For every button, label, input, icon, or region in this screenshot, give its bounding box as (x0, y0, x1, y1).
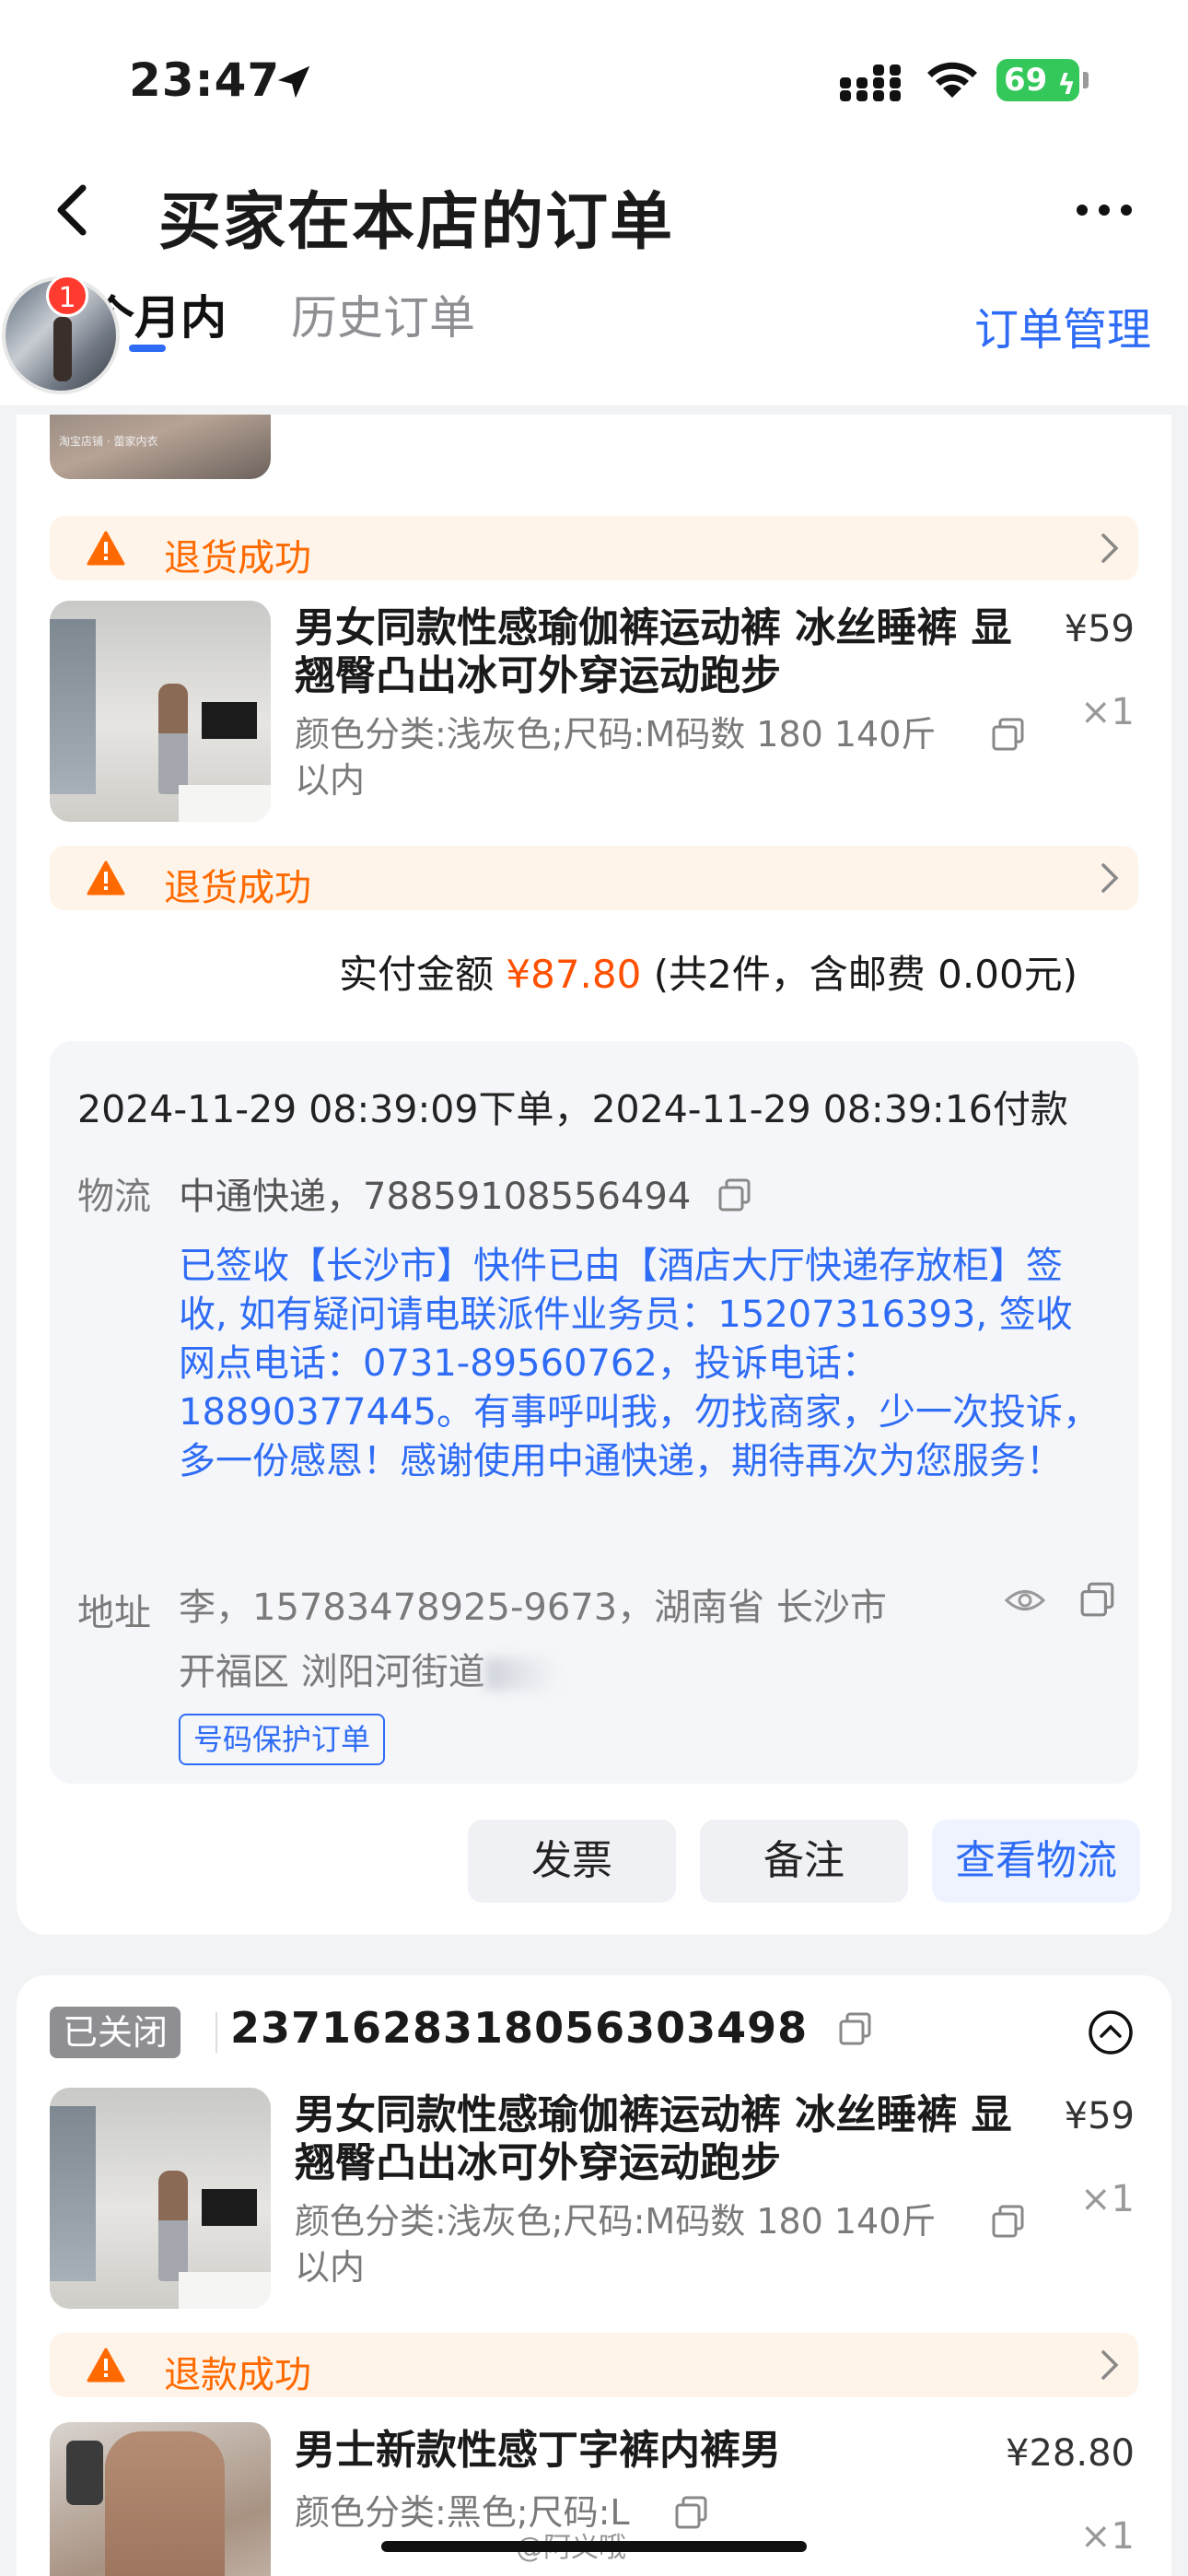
paid-note: (共2件，含邮费 0.00元) (653, 952, 1078, 997)
paid-label: 实付金额 (339, 952, 495, 997)
product-price: ¥59 (1064, 608, 1135, 650)
view-logistics-button[interactable]: 查看物流 (932, 1820, 1140, 1903)
warning-icon (87, 2348, 125, 2383)
copy-address-icon[interactable] (1079, 1581, 1116, 1618)
chevron-right-icon (1101, 2350, 1119, 2380)
address-redaction (484, 1657, 559, 1691)
avatar-figure (53, 317, 72, 381)
more-options-icon[interactable] (1074, 201, 1135, 219)
battery-cap (1083, 72, 1089, 88)
home-indicator[interactable] (381, 2541, 807, 2552)
warning-icon (87, 531, 125, 566)
refund-status-label: 退款成功 (164, 2354, 311, 2396)
eye-icon[interactable] (1004, 1585, 1046, 1616)
cellular-signal-icon (840, 64, 901, 101)
address-text: 李，15783478925-9673，湖南省 长沙市 开福区 浏阳河街道 (179, 1575, 952, 1704)
product-thumbnail[interactable] (50, 2422, 271, 2576)
product-thumbnail[interactable] (50, 601, 271, 822)
return-status-bar[interactable]: 退货成功 (50, 846, 1138, 910)
order-time: 2024-11-29 08:39:09下单，2024-11-29 08:39:1… (77, 1087, 1068, 1131)
copy-order-number-icon[interactable] (838, 2011, 873, 2046)
paid-amount: ¥87.80 (506, 952, 642, 997)
return-status-label: 退货成功 (164, 867, 311, 909)
address-line-2: 开福区 浏阳河街道 (179, 1640, 952, 1704)
collapse-chevron-up-icon[interactable] (1087, 2008, 1135, 2056)
page-title: 买家在本店的订单 (158, 186, 675, 259)
product-quantity: ×1 (1080, 2178, 1135, 2220)
tab-active-indicator (129, 345, 166, 352)
back-chevron-icon[interactable] (53, 184, 90, 236)
product-quantity: ×1 (1080, 2515, 1135, 2558)
copy-icon[interactable] (674, 2495, 709, 2530)
chevron-right-icon (1101, 533, 1119, 563)
product-title[interactable]: 男女同款性感瑜伽裤运动裤 冰丝睡裤 显翘臀凸出冰可外穿运动跑步 (295, 604, 1031, 700)
product-sku: 颜色分类:浅灰色;尺码:M码数 180 140斤以内 (295, 714, 937, 801)
return-status-label: 退货成功 (164, 537, 311, 580)
return-status-bar[interactable]: 退货成功 (50, 516, 1138, 580)
thumbnail-caption: 淘宝店铺 · 蕾家内衣 (59, 435, 158, 448)
copy-tracking-icon[interactable] (717, 1177, 752, 1212)
remark-button[interactable]: 备注 (700, 1820, 908, 1903)
chevron-right-icon (1101, 863, 1119, 893)
address-label: 地址 (77, 1592, 151, 1634)
order-management-link[interactable]: 订单管理 (974, 293, 1151, 357)
refund-status-bar[interactable]: 退款成功 (50, 2333, 1138, 2397)
product-thumbnail-partial[interactable]: 淘宝店铺 · 蕾家内衣 (50, 415, 271, 479)
status-time: 23:47 (129, 53, 281, 107)
battery-indicator: 69 ϟ (996, 59, 1089, 101)
address-line-2-text: 开福区 浏阳河街道 (179, 1651, 485, 1693)
paid-summary: 实付金额 ¥87.80 (共2件，含邮费 0.00元) (339, 943, 1077, 1000)
logistics-label: 物流 (77, 1176, 151, 1218)
notification-badge: 1 (46, 275, 88, 317)
number-protection-tag: 号码保护订单 (179, 1714, 386, 1765)
status-bar: 23:47 69 ϟ (0, 0, 1188, 147)
location-arrow-icon (277, 65, 310, 99)
order-card: 已关闭 2371628318056303498 男女同款性感瑜伽裤运动裤 冰丝睡… (17, 1975, 1171, 2576)
product-price: ¥59 (1064, 2095, 1135, 2137)
charging-bolt-icon: ϟ (1057, 69, 1076, 101)
order-info-panel: 2024-11-29 08:39:09下单，2024-11-29 08:39:1… (50, 1041, 1138, 1784)
order-number: 2371628318056303498 (230, 2003, 873, 2053)
logistics-detail[interactable]: 已签收【长沙市】快件已由【酒店大厅快递存放柜】签收, 如有疑问请电联派件业务员：… (179, 1242, 1100, 1486)
product-price: ¥28.80 (1006, 2432, 1135, 2475)
product-thumbnail[interactable] (50, 2088, 271, 2309)
logistics-tracking: 中通快递，78859108556494 (179, 1166, 752, 1220)
logistics-tracking-text: 中通快递，78859108556494 (179, 1176, 692, 1218)
divider (215, 2012, 217, 2053)
wifi-icon (927, 62, 977, 98)
tab-history-orders[interactable]: 历史订单 (291, 281, 475, 347)
battery-level: 69 (1004, 62, 1048, 99)
order-card: 淘宝店铺 · 蕾家内衣 退货成功 男女同款性感瑜伽裤运动裤 冰丝睡裤 显翘臀凸出… (17, 415, 1171, 1935)
product-quantity: ×1 (1080, 691, 1135, 733)
warning-icon (87, 861, 125, 896)
address-line-1: 李，15783478925-9673，湖南省 长沙市 (179, 1587, 887, 1629)
order-number-text: 2371628318056303498 (230, 2003, 809, 2053)
product-title[interactable]: 男女同款性感瑜伽裤运动裤 冰丝睡裤 显翘臀凸出冰可外穿运动跑步 (295, 2091, 1031, 2187)
product-sku: 颜色分类:浅灰色;尺码:M码数 180 140斤以内 (295, 2201, 937, 2288)
order-status-badge: 已关闭 (50, 2007, 181, 2058)
product-title[interactable]: 男士新款性感丁字裤内裤男 (295, 2427, 1031, 2475)
invoice-button[interactable]: 发票 (468, 1820, 676, 1903)
